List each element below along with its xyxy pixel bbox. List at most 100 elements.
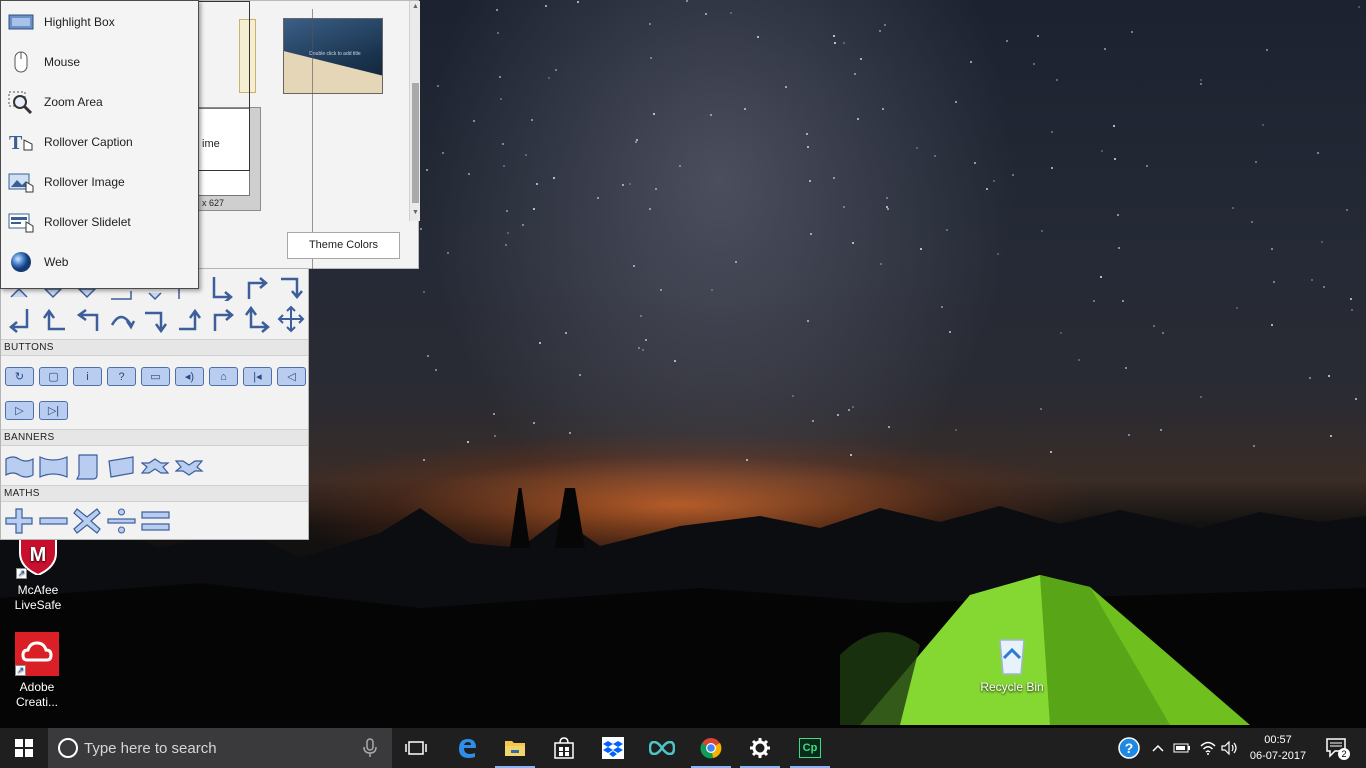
help-tray-button[interactable]: ? [1116, 728, 1142, 768]
horizontal-scroll-icon[interactable] [107, 453, 136, 481]
desktop-icon-recycle-bin[interactable]: Recycle Bin [976, 632, 1048, 695]
volume-tray-button[interactable] [1220, 728, 1240, 768]
settings-app[interactable] [736, 728, 784, 768]
star-dot [1033, 63, 1035, 65]
button-shape-info-icon[interactable]: i [73, 367, 102, 386]
file-explorer-app[interactable] [491, 728, 539, 768]
multiply-shape-icon[interactable] [73, 507, 102, 535]
shortcut-arrow-icon: ↗ [16, 568, 27, 579]
star-dot [916, 147, 918, 149]
star-dot [674, 360, 676, 362]
taskbar-search-box[interactable]: Type here to search [48, 728, 392, 768]
star-dot [886, 197, 888, 199]
start-button[interactable] [0, 728, 48, 768]
action-center-button[interactable]: 2 [1322, 728, 1352, 768]
captivate-app[interactable]: Cp [786, 728, 834, 768]
scroll-up-icon[interactable]: ▲ [412, 3, 419, 10]
star-dot [941, 306, 943, 308]
button-shape-replay-icon[interactable]: ↻ [5, 367, 34, 386]
thumbnail-title-placeholder: Double click to add title [309, 51, 361, 57]
button-shape-help-icon[interactable]: ? [107, 367, 136, 386]
banner-shapes-row [5, 453, 204, 481]
cortana-icon [58, 738, 78, 758]
button-shape-document-icon[interactable]: ▢ [39, 367, 68, 386]
star-dot [711, 289, 713, 291]
taskbar-clock[interactable]: 00:57 06-07-2017 [1243, 732, 1313, 764]
mcafee-icon: M ↗ [16, 534, 60, 579]
desktop-icon-mcafee[interactable]: M ↗ McAfee LiveSafe [2, 534, 74, 613]
star-dot [1040, 408, 1042, 410]
star-dot [427, 355, 429, 357]
theme-colors-button[interactable]: Theme Colors [287, 232, 400, 259]
infinity-app[interactable] [638, 728, 686, 768]
button-shape-first-icon[interactable]: |◂ [243, 367, 272, 386]
microphone-icon[interactable] [358, 736, 382, 760]
button-shape-back-icon[interactable]: ◁ [277, 367, 306, 386]
wave-banner-2-icon[interactable] [39, 453, 68, 481]
panel-divider [312, 9, 313, 269]
star-dot [420, 228, 422, 230]
four-way-arrow-icon[interactable] [277, 305, 306, 333]
menu-item-highlight-box[interactable]: Highlight Box [1, 2, 198, 42]
ribbon-up-icon[interactable] [141, 453, 170, 481]
ribbon-down-icon[interactable] [175, 453, 204, 481]
wave-banner-icon[interactable] [5, 453, 34, 481]
desktop-icon-adobe-creative-cloud[interactable]: ↗ Adobe Creati... [1, 632, 73, 710]
star-dot [848, 409, 850, 411]
star-dot [638, 347, 640, 349]
vertical-scrollbar[interactable]: ▲ ▼ [409, 1, 420, 221]
star-dot [1037, 35, 1039, 37]
star-dot [640, 315, 642, 317]
chrome-app[interactable] [687, 728, 735, 768]
star-dot [792, 395, 794, 397]
bent-arrow-up-right-icon[interactable] [243, 273, 272, 301]
menu-item-zoom-area[interactable]: Zoom Area [1, 82, 198, 122]
slide-thumbnail-selected[interactable]: Double click to add title [283, 18, 383, 94]
arrow-shape-icon[interactable] [39, 305, 68, 333]
star-dot [502, 143, 504, 145]
menu-item-web[interactable]: Web [1, 242, 198, 282]
task-view-button[interactable] [392, 728, 440, 768]
arrow-shape-icon[interactable] [5, 305, 34, 333]
button-shape-last-icon[interactable]: ▷| [39, 401, 68, 420]
star-dot [1041, 230, 1043, 232]
button-shape-play-icon[interactable]: ▷ [5, 401, 34, 420]
battery-tray-button[interactable] [1172, 728, 1192, 768]
star-dot [622, 184, 624, 186]
star-dot [507, 232, 509, 234]
scroll-banner-icon[interactable] [73, 453, 102, 481]
divide-shape-icon[interactable] [107, 507, 136, 535]
star-dot [746, 459, 748, 461]
star-dot [548, 77, 550, 79]
button-shape-home-icon[interactable]: ⌂ [209, 367, 238, 386]
arrow-shape-icon[interactable] [243, 305, 272, 333]
desktop-icon-label: McAfee LiveSafe [14, 583, 62, 612]
minus-shape-icon[interactable] [39, 507, 68, 535]
arrow-shape-icon[interactable] [209, 305, 238, 333]
bent-arrow-right-icon[interactable] [209, 273, 238, 301]
star-dot [493, 413, 495, 415]
clock-time: 00:57 [1264, 734, 1292, 746]
dropbox-app[interactable] [589, 728, 637, 768]
plus-shape-icon[interactable] [5, 507, 34, 535]
show-hidden-icons-button[interactable] [1150, 728, 1166, 768]
scroll-down-icon[interactable]: ▼ [412, 209, 419, 216]
menu-item-rollover-image[interactable]: Rollover Image [1, 162, 198, 202]
arrow-shape-icon[interactable] [175, 305, 204, 333]
bent-arrow-down-icon[interactable] [277, 273, 306, 301]
zoom-area-icon [8, 90, 34, 115]
wifi-tray-button[interactable] [1198, 728, 1218, 768]
scrollbar-thumb[interactable] [412, 83, 419, 203]
store-app[interactable] [540, 728, 588, 768]
button-shape-audio-icon[interactable]: ◂) [175, 367, 204, 386]
menu-item-rollover-slidelet[interactable]: Rollover Slidelet [1, 202, 198, 242]
edge-app[interactable] [443, 728, 491, 768]
arrow-shape-icon[interactable] [107, 305, 136, 333]
button-shape-video-icon[interactable]: ▭ [141, 367, 170, 386]
menu-item-rollover-caption[interactable]: T Rollover Caption [1, 122, 198, 162]
menu-item-mouse[interactable]: Mouse [1, 42, 198, 82]
equals-shape-icon[interactable] [141, 507, 170, 535]
arrow-shape-icon[interactable] [73, 305, 102, 333]
star-dot [1255, 161, 1257, 163]
arrow-shape-icon[interactable] [141, 305, 170, 333]
